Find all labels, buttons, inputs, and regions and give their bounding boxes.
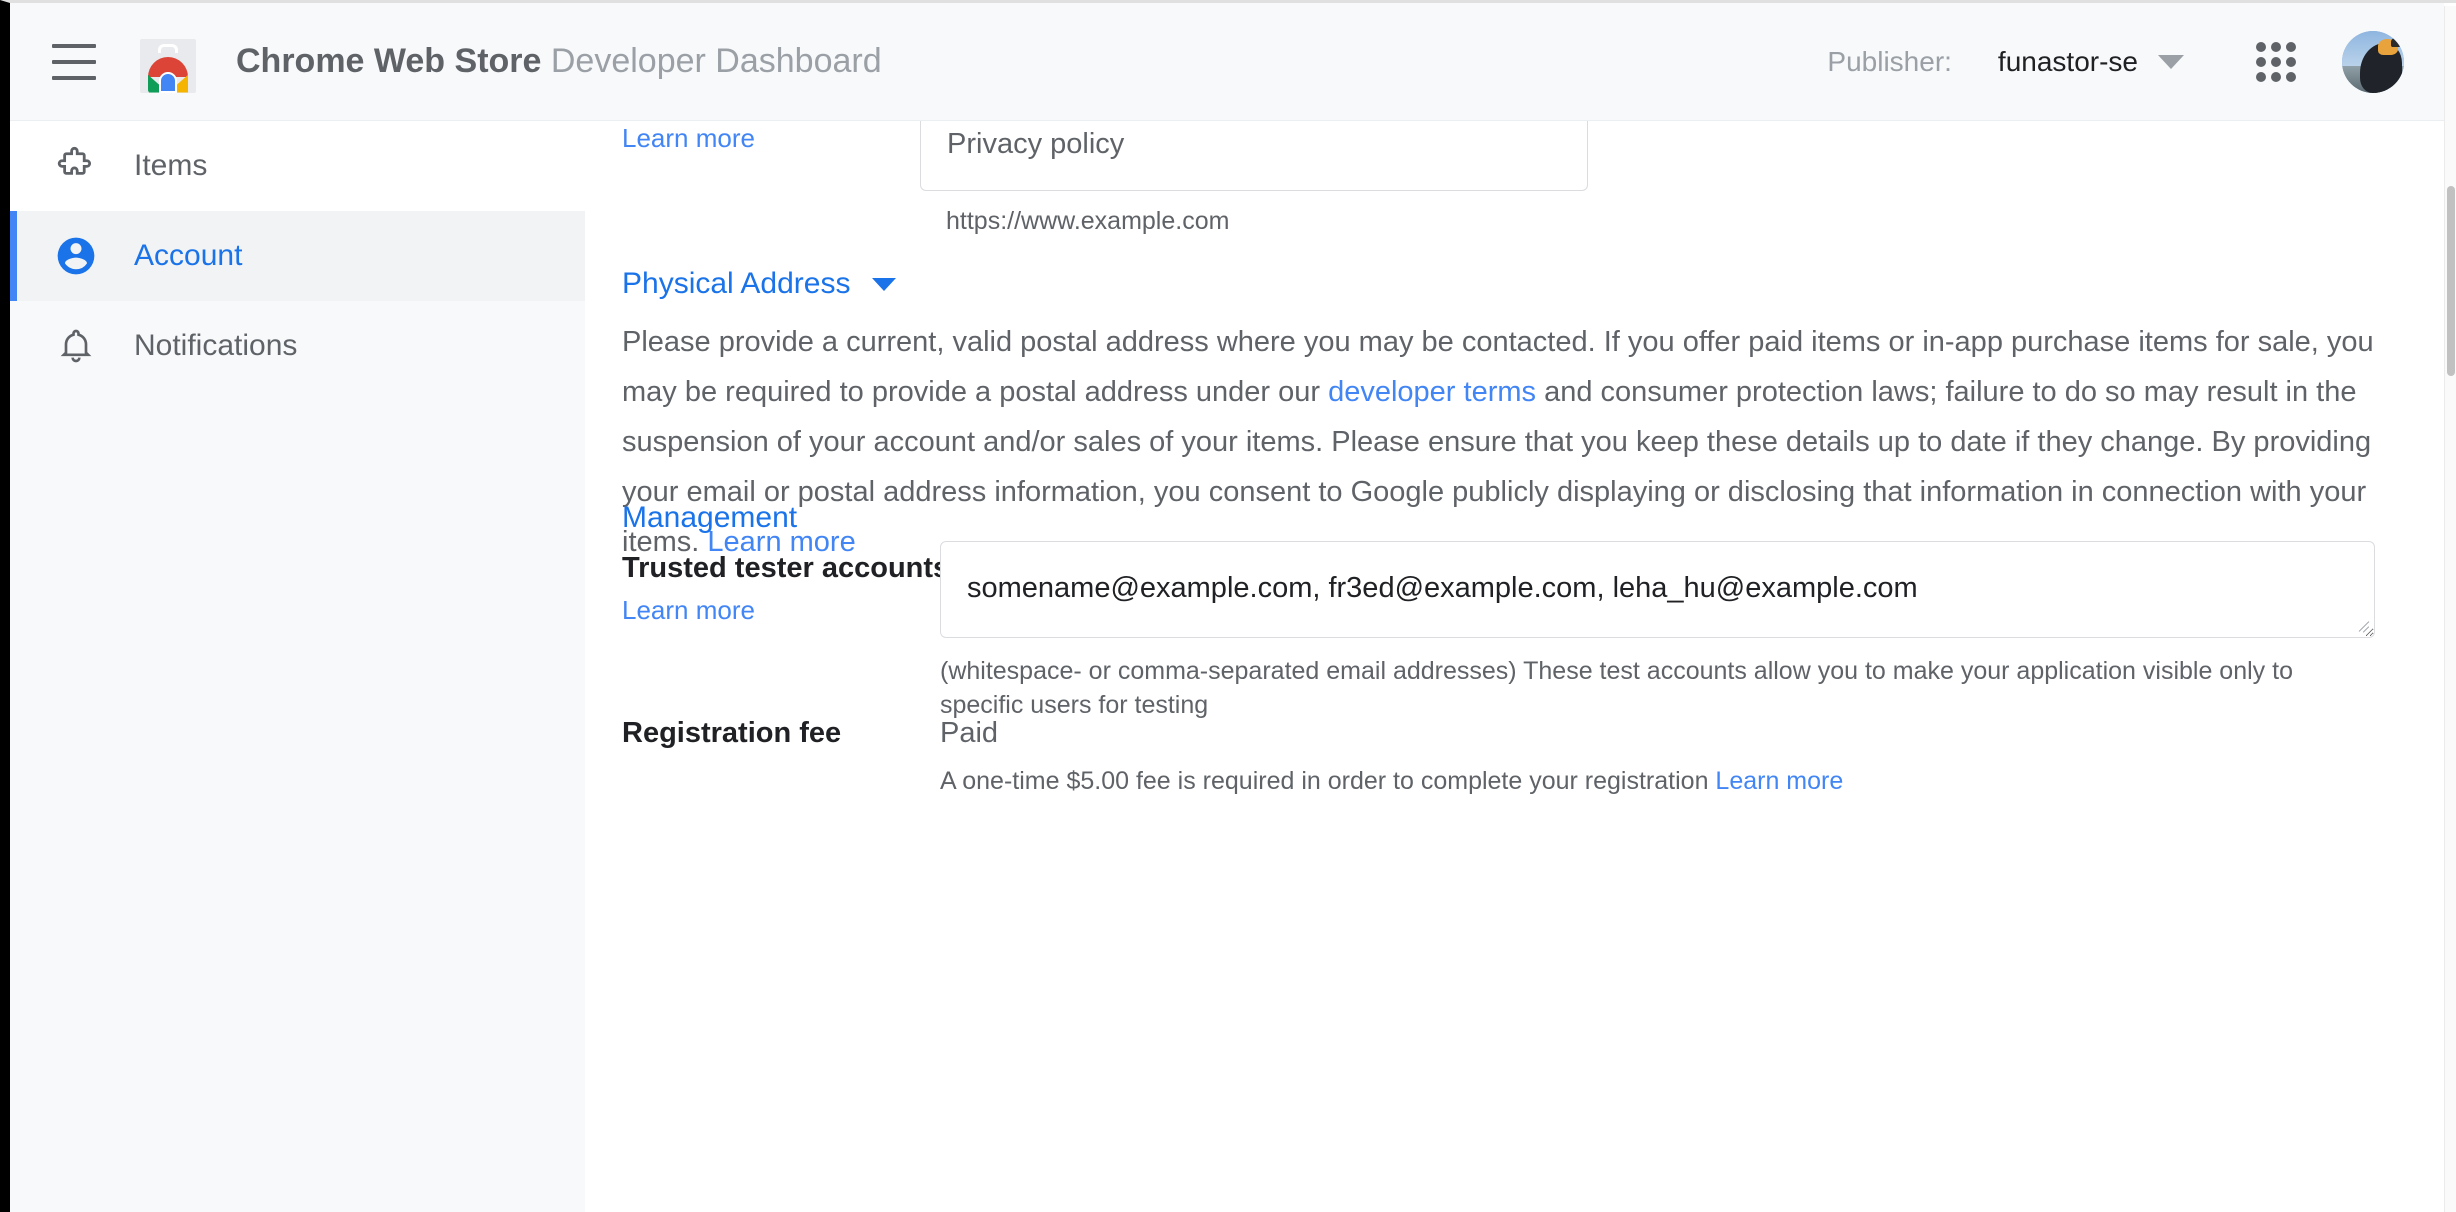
developer-terms-link[interactable]: developer terms xyxy=(1328,376,1536,408)
sidebar-item-items[interactable]: Items xyxy=(10,121,585,211)
publisher-label: Publisher: xyxy=(1827,45,1952,77)
management-heading: Management xyxy=(622,501,798,534)
registration-fee-note: A one-time $5.00 fee is required in orde… xyxy=(940,767,1843,796)
bell-icon xyxy=(54,324,98,368)
management-section-header[interactable]: Management xyxy=(622,501,797,535)
sidebar-item-label: Account xyxy=(134,239,243,272)
trusted-testers-label: Trusted tester accounts xyxy=(622,552,950,584)
registration-fee-note-text: A one-time $5.00 fee is required in orde… xyxy=(940,767,1716,795)
page-title-strong: Chrome Web Store xyxy=(236,42,542,80)
scrollbar-thumb[interactable] xyxy=(2447,186,2455,376)
app-header: Chrome Web Store Developer Dashboard Pub… xyxy=(10,3,2444,121)
privacy-policy-learn-more-link[interactable]: Learn more xyxy=(622,123,755,154)
account-circle-icon xyxy=(54,234,98,278)
chrome-web-store-logo xyxy=(140,31,196,93)
chevron-down-icon[interactable] xyxy=(2158,54,2184,69)
physical-address-heading: Physical Address xyxy=(622,267,851,300)
privacy-policy-input[interactable]: Privacy policy xyxy=(920,121,1588,191)
registration-fee-label: Registration fee xyxy=(622,717,842,749)
main-content: Learn more Privacy policy https://www.ex… xyxy=(585,121,2432,1212)
sidebar: Items Account Notifications xyxy=(10,121,585,1212)
hamburger-menu-icon[interactable] xyxy=(52,43,96,80)
header-actions: Publisher: funastor-se xyxy=(1827,30,2444,93)
apps-grid-icon[interactable] xyxy=(2256,41,2296,82)
registration-fee-value: Paid xyxy=(940,717,999,749)
puzzle-piece-icon xyxy=(54,144,98,188)
page-title-light: Developer Dashboard xyxy=(550,42,882,80)
trusted-testers-learn-more-link[interactable]: Learn more xyxy=(622,595,755,626)
sidebar-item-account[interactable]: Account xyxy=(10,211,585,301)
browser-window: Chrome Web Store Developer Dashboard Pub… xyxy=(0,0,2456,1212)
page-title: Chrome Web Store Developer Dashboard xyxy=(236,42,882,81)
trusted-testers-hint: (whitespace- or comma-separated email ad… xyxy=(940,657,2293,719)
sidebar-item-notifications[interactable]: Notifications xyxy=(10,301,585,391)
sidebar-item-label: Notifications xyxy=(134,329,298,362)
vertical-scrollbar[interactable] xyxy=(2444,6,2456,1212)
registration-fee-learn-more-link[interactable]: Learn more xyxy=(1715,767,1843,795)
publisher-value[interactable]: funastor-se xyxy=(1998,46,2138,78)
trusted-testers-input[interactable] xyxy=(940,541,2375,638)
physical-address-description: Please provide a current, valid postal a… xyxy=(622,317,2397,567)
physical-address-section-header[interactable]: Physical Address xyxy=(622,267,897,301)
avatar[interactable] xyxy=(2342,30,2404,93)
privacy-policy-hint: https://www.example.com xyxy=(946,207,1230,235)
sidebar-item-label: Items xyxy=(134,149,208,182)
chevron-down-icon xyxy=(872,277,897,291)
